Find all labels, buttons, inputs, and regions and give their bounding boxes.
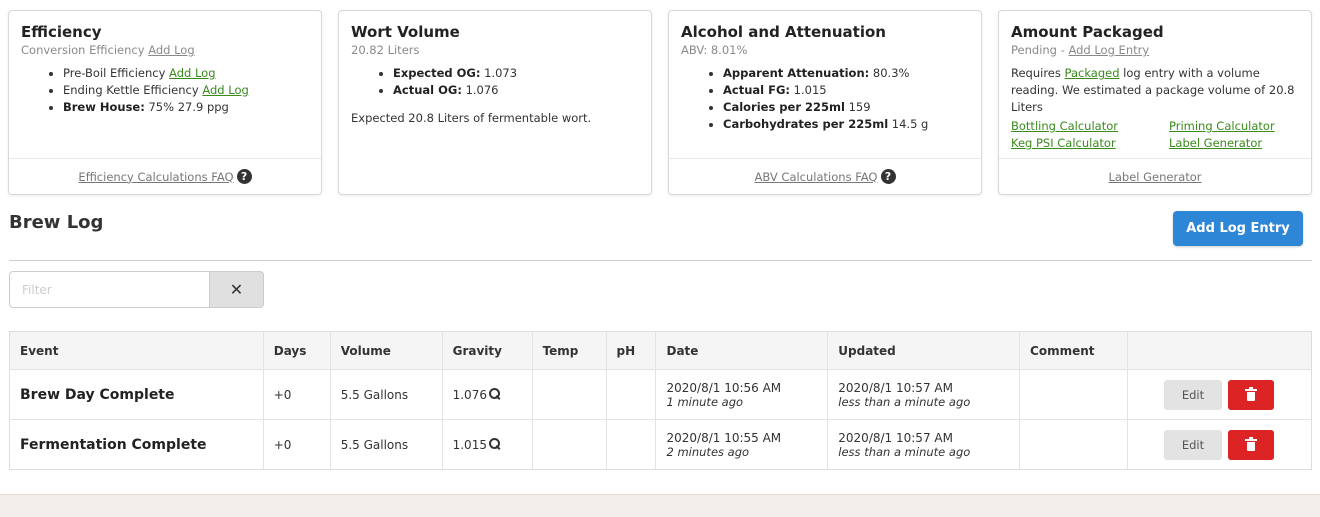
amount-packaged-title: Amount Packaged — [1011, 23, 1164, 41]
wort-volume-card: Wort Volume 20.82 Liters Expected OG: 1.… — [338, 10, 652, 195]
amount-packaged-footer: Label Generator — [999, 158, 1311, 194]
kettle-add-log-link[interactable]: Add Log — [202, 83, 248, 97]
ph-cell — [606, 419, 657, 470]
alcohol-card: Alcohol and Attenuation ABV: 8.01% Appar… — [668, 10, 982, 195]
question-circle-icon[interactable]: ? — [880, 169, 896, 184]
gravity-cell: 1.015 — [442, 419, 533, 470]
keg-psi-calculator-link[interactable]: Keg PSI Calculator — [1011, 135, 1169, 152]
magnifier-icon[interactable] — [488, 437, 501, 450]
comment-cell — [1019, 369, 1128, 420]
efficiency-subtitle: Conversion Efficiency Add Log — [21, 43, 195, 57]
bottling-calculator-link[interactable]: Bottling Calculator — [1011, 118, 1169, 135]
table-row: Fermentation Complete +0 5.5 Gallons 1.0… — [9, 419, 1312, 470]
clear-filter-button[interactable]: ✕ — [210, 271, 264, 308]
ph-cell — [606, 369, 657, 420]
question-circle-icon[interactable]: ? — [236, 169, 252, 184]
alcohol-footer: ABV Calculations FAQ ? — [669, 158, 981, 194]
preboil-add-log-link[interactable]: Add Log — [169, 66, 215, 80]
efficiency-title: Efficiency — [21, 23, 102, 41]
efficiency-list: Pre-Boil Efficiency Add Log Ending Kettl… — [21, 65, 309, 116]
column-header: Updated — [827, 331, 1021, 370]
table-row: Brew Day Complete +0 5.5 Gallons 1.076 2… — [9, 369, 1312, 420]
page-footer-strip — [0, 494, 1320, 517]
packaged-link[interactable]: Packaged — [1065, 66, 1120, 80]
efficiency-add-log-link[interactable]: Add Log — [148, 43, 194, 57]
alcohol-list: Apparent Attenuation: 80.3% Actual FG: 1… — [681, 65, 969, 133]
list-item: Expected OG: 1.073 — [393, 65, 639, 82]
filter-group: ✕ — [9, 271, 264, 308]
brew-log-title: Brew Log — [9, 212, 104, 233]
packaged-add-log-entry-link[interactable]: Add Log Entry — [1068, 43, 1149, 57]
add-log-entry-button[interactable]: Add Log Entry — [1173, 211, 1303, 246]
priming-calculator-link[interactable]: Priming Calculator — [1169, 118, 1299, 135]
column-header — [1128, 332, 1312, 370]
edit-button[interactable]: Edit — [1164, 429, 1222, 460]
efficiency-faq-link[interactable]: Efficiency Calculations FAQ — [78, 170, 233, 184]
wort-volume-subtitle: 20.82 Liters — [351, 43, 420, 57]
delete-button[interactable] — [1228, 429, 1274, 460]
list-item: Ending Kettle Efficiency Add Log — [63, 82, 309, 99]
list-item: Apparent Attenuation: 80.3% — [723, 65, 969, 82]
column-header: Gravity — [442, 331, 533, 370]
list-item: Pre-Boil Efficiency Add Log — [63, 65, 309, 82]
column-header: Volume — [330, 331, 443, 370]
amount-packaged-text: Requires Packaged log entry with a volum… — [1011, 66, 1295, 114]
list-item: Calories per 225ml 159 — [723, 99, 969, 116]
date-cell: 2020/8/1 10:55 AM 2 minutes ago — [655, 419, 829, 470]
days-cell: +0 — [263, 419, 331, 470]
column-header: pH — [606, 331, 657, 370]
date-cell: 2020/8/1 10:56 AM 1 minute ago — [655, 369, 829, 420]
updated-cell: 2020/8/1 10:57 AM less than a minute ago — [827, 419, 1021, 470]
efficiency-footer: Efficiency Calculations FAQ ? — [9, 158, 321, 194]
list-item: Carbohydrates per 225ml 14.5 g — [723, 116, 969, 133]
calculator-links: Bottling Calculator Priming Calculator K… — [1011, 118, 1299, 152]
list-item: Brew House: 75% 27.9 ppg — [63, 99, 309, 116]
wort-volume-title: Wort Volume — [351, 23, 460, 41]
volume-cell: 5.5 Gallons — [330, 419, 443, 470]
days-cell: +0 — [263, 369, 331, 420]
brew-log-table: Event Days Volume Gravity Temp pH Date U… — [9, 331, 1312, 470]
gravity-cell: 1.076 — [442, 369, 533, 420]
trash-icon — [1245, 386, 1257, 401]
temp-cell — [532, 419, 607, 470]
magnifier-icon[interactable] — [488, 387, 501, 400]
filter-input[interactable] — [9, 271, 210, 308]
updated-cell: 2020/8/1 10:57 AM less than a minute ago — [827, 369, 1021, 420]
wort-volume-list: Expected OG: 1.073 Actual OG: 1.076 — [351, 65, 639, 99]
edit-button[interactable]: Edit — [1164, 379, 1222, 410]
column-header: Days — [263, 331, 331, 370]
amount-packaged-card: Amount Packaged Pending - Add Log Entry … — [998, 10, 1312, 195]
label-generator-link[interactable]: Label Generator — [1169, 135, 1299, 152]
column-header: Event — [9, 331, 264, 370]
list-item: Actual FG: 1.015 — [723, 82, 969, 99]
volume-cell: 5.5 Gallons — [330, 369, 443, 420]
abv-faq-link[interactable]: ABV Calculations FAQ — [754, 170, 877, 184]
event-cell: Brew Day Complete — [9, 369, 264, 420]
efficiency-card: Efficiency Conversion Efficiency Add Log… — [8, 10, 322, 195]
label-generator-footer-link[interactable]: Label Generator — [1108, 170, 1201, 184]
event-cell: Fermentation Complete — [9, 419, 264, 470]
column-header: Date — [655, 331, 829, 370]
alcohol-subtitle: ABV: 8.01% — [681, 43, 748, 57]
column-header: Temp — [532, 331, 607, 370]
actions-cell: Edit — [1128, 370, 1312, 420]
clear-x-icon: ✕ — [229, 280, 244, 299]
divider — [9, 260, 1312, 261]
trash-icon — [1245, 436, 1257, 451]
delete-button[interactable] — [1228, 379, 1274, 410]
table-header-row: Event Days Volume Gravity Temp pH Date U… — [9, 331, 1312, 370]
column-header: Comment — [1019, 331, 1128, 370]
temp-cell — [532, 369, 607, 420]
alcohol-title: Alcohol and Attenuation — [681, 23, 886, 41]
wort-volume-note: Expected 20.8 Liters of fermentable wort… — [351, 111, 592, 125]
list-item: Actual OG: 1.076 — [393, 82, 639, 99]
amount-packaged-subtitle: Pending - Add Log Entry — [1011, 43, 1150, 57]
actions-cell: Edit — [1128, 420, 1312, 470]
comment-cell — [1019, 419, 1128, 470]
